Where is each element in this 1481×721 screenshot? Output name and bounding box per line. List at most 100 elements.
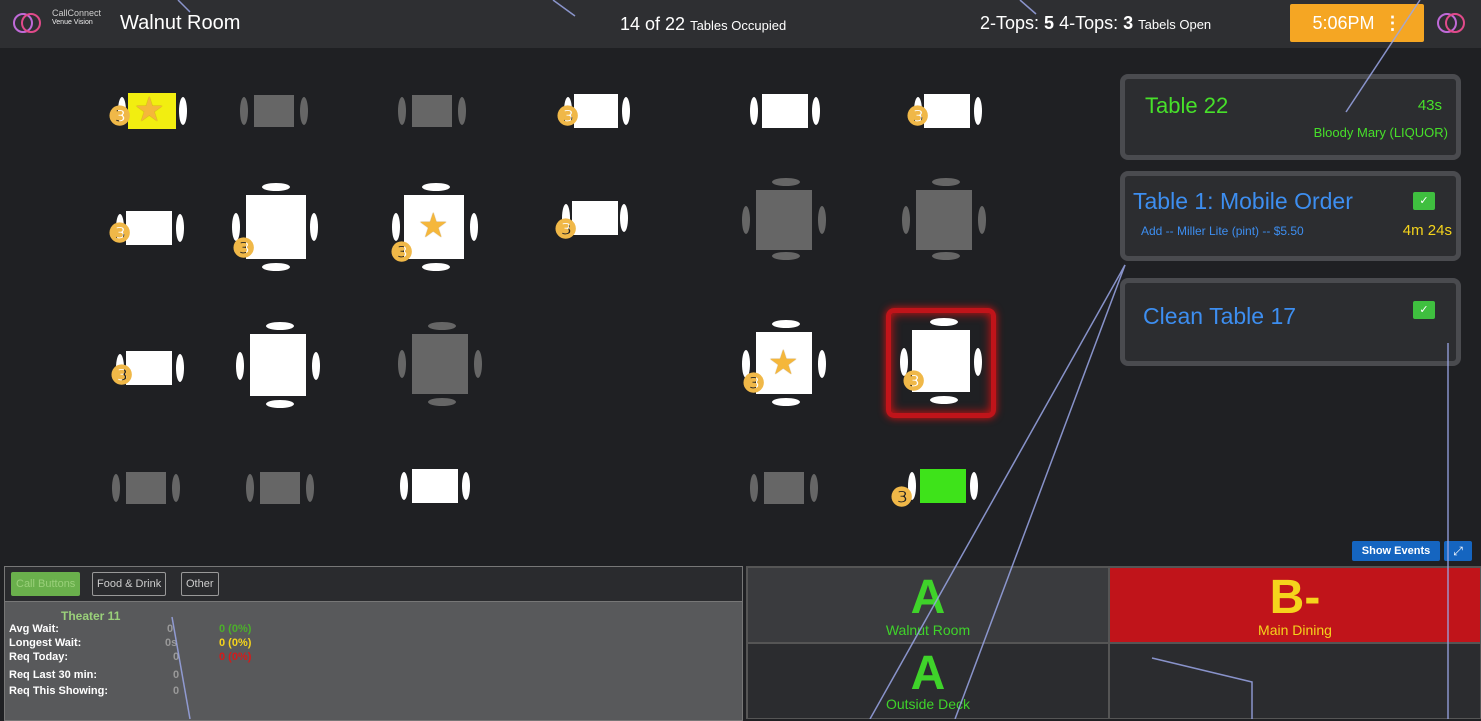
fork-knife-icon: ❸: [902, 366, 926, 396]
room-grades-panel: A Walnut Room B- Main Dining A Outside D…: [746, 566, 1481, 719]
grade-room-name: Main Dining: [1258, 622, 1332, 638]
stat-percent: 0 (0%): [219, 623, 252, 635]
stat-label: Avg Wait:: [9, 623, 59, 635]
table-2top-occupied[interactable]: ❸: [554, 198, 630, 242]
stats-tab-bar: Call Buttons Food & Drink Other: [5, 567, 742, 602]
table-4top-occupied-star[interactable]: ★ ❸: [740, 320, 832, 406]
table-4top-occupied[interactable]: [234, 322, 326, 408]
stats-venue-name: Theater 11: [61, 609, 121, 623]
table-2top-occupied[interactable]: ❸: [108, 208, 184, 248]
table-4top-open[interactable]: [900, 178, 992, 260]
clock-time: 5:06PM: [1312, 13, 1375, 33]
two-tops-label: 2-Tops:: [980, 13, 1040, 33]
event-title: Clean Table 17: [1143, 303, 1297, 329]
four-tops-label: 4-Tops:: [1059, 13, 1119, 33]
brand-label: CallConnect Venue Vision: [52, 8, 101, 28]
tab-other[interactable]: Other: [181, 572, 219, 596]
fork-knife-icon: ❸: [554, 214, 578, 244]
callconnect-mark-icon: [1437, 13, 1465, 33]
callconnect-logo-icon: [13, 13, 41, 33]
fork-knife-icon: ❸: [232, 233, 256, 263]
event-card-table-22[interactable]: Table 22 43s Bloody Mary (LIQUOR): [1120, 74, 1461, 160]
fork-knife-icon: ❸: [108, 101, 132, 131]
stat-row: Avg Wait: 0 0 (0%): [9, 623, 251, 635]
occupied-label: Tables Occupied: [690, 18, 787, 33]
table-2top-occupied[interactable]: ❸: [110, 348, 184, 390]
expand-icon[interactable]: ⤢: [1444, 541, 1472, 561]
event-detail: Bloody Mary (LIQUOR): [1313, 125, 1448, 140]
fork-knife-icon: ❸: [906, 101, 930, 131]
table-2top-open[interactable]: [112, 468, 184, 508]
stat-label: Req This Showing:: [9, 685, 108, 697]
star-icon: ★: [768, 344, 799, 382]
stat-label: Longest Wait:: [9, 637, 82, 649]
stat-row: Req Last 30 min: 0: [9, 669, 179, 681]
brand-name: CallConnect: [52, 8, 102, 18]
fork-knife-icon: ❸: [390, 237, 414, 267]
clock-menu-button[interactable]: 5:06PM ⋮: [1290, 4, 1424, 42]
room-title[interactable]: Walnut Room: [120, 12, 240, 35]
table-4top-occupied-star[interactable]: ★ ❸: [390, 183, 482, 271]
check-icon[interactable]: ✓: [1413, 301, 1435, 319]
stat-percent: 0 (0%): [219, 651, 252, 663]
stats-panel: Call Buttons Food & Drink Other Theater …: [4, 566, 743, 721]
fork-knife-icon: ❸: [556, 101, 580, 131]
grade-cell-outside-deck[interactable]: A Outside Deck: [747, 643, 1109, 719]
table-2top-open[interactable]: [240, 91, 310, 131]
table-2top-open[interactable]: [750, 468, 822, 508]
grade-cell-empty: [1109, 643, 1481, 719]
floor-plan: ★ ❸ ❸ ❸ ❸ ❸ ★ ❸ ❸ ❸ ★ ❸ ❸ ❸ Table 22 43s…: [0, 48, 1481, 564]
table-2top-occupied-green[interactable]: ❸: [890, 466, 980, 510]
table-2top-open[interactable]: [246, 468, 318, 508]
star-icon: ★: [134, 91, 165, 129]
table-2top-occupied[interactable]: [400, 466, 474, 506]
grade-cell-walnut-room[interactable]: A Walnut Room: [747, 567, 1109, 643]
table-2top-occupied[interactable]: [750, 91, 822, 131]
fork-knife-icon: ❸: [108, 218, 132, 248]
table-2top-occupied[interactable]: ❸: [556, 91, 632, 131]
occupancy-summary: 14 of 22 Tables Occupied: [620, 14, 786, 35]
stat-row: Longest Wait: 0s 0 (0%): [9, 637, 251, 649]
stat-value: 0s: [165, 637, 178, 649]
event-card-clean-table[interactable]: Clean Table 17 ✓: [1120, 278, 1461, 366]
table-2top-occupied[interactable]: ❸: [906, 91, 982, 131]
grade-cell-main-dining[interactable]: B- Main Dining: [1109, 567, 1481, 643]
show-events-button[interactable]: Show Events: [1352, 541, 1440, 561]
table-4top-open[interactable]: [396, 322, 488, 406]
check-icon[interactable]: ✓: [1413, 192, 1435, 210]
brand-sub: Venue Vision: [52, 19, 93, 26]
table-4top-occupied-alert[interactable]: ❸: [900, 318, 992, 404]
stat-value: 0: [173, 669, 180, 681]
stat-label: Req Today:: [9, 651, 69, 663]
event-detail: Add -- Miller Lite (pint) -- $5.50: [1141, 224, 1304, 238]
open-tables-summary: 2-Tops: 5 4-Tops: 3 Tabels Open: [980, 13, 1211, 34]
table-4top-occupied[interactable]: ❸: [232, 183, 324, 271]
stat-value: 0: [167, 623, 174, 635]
tab-food-drink[interactable]: Food & Drink: [92, 572, 167, 596]
fork-knife-icon: ❸: [890, 482, 914, 512]
stat-label: Req Last 30 min:: [9, 669, 98, 681]
table-2top-occupied-star[interactable]: ★ ❸: [108, 91, 188, 131]
event-title: Table 1: Mobile Order: [1133, 188, 1353, 214]
tables-open-label: Tabels Open: [1138, 17, 1212, 32]
stat-row: Req Today: 0 0 (0%): [9, 651, 251, 663]
two-tops-value: 5: [1044, 13, 1055, 33]
vertical-dots-icon: ⋮: [1383, 13, 1402, 33]
table-4top-open[interactable]: [740, 178, 832, 260]
grade-letter: A: [910, 571, 946, 624]
tab-call-buttons[interactable]: Call Buttons: [11, 572, 81, 596]
fork-knife-icon: ❸: [110, 360, 134, 390]
occupied-count: 14 of 22: [620, 14, 686, 34]
four-tops-value: 3: [1123, 13, 1134, 33]
grade-room-name: Outside Deck: [885, 696, 971, 712]
grade-letter: A: [910, 647, 946, 700]
grade-room-name: Walnut Room: [885, 622, 971, 638]
event-card-mobile-order[interactable]: Table 1: Mobile Order ✓ Add -- Miller Li…: [1120, 171, 1461, 261]
top-bar: CallConnect Venue Vision Walnut Room 14 …: [0, 0, 1481, 49]
star-icon: ★: [418, 207, 449, 245]
event-timer: 43s: [1417, 97, 1442, 114]
stat-row: Req This Showing: 0: [9, 685, 179, 697]
stat-percent: 0 (0%): [219, 637, 252, 649]
event-timer: 4m 24s: [1402, 222, 1452, 239]
table-2top-open[interactable]: [398, 91, 468, 131]
